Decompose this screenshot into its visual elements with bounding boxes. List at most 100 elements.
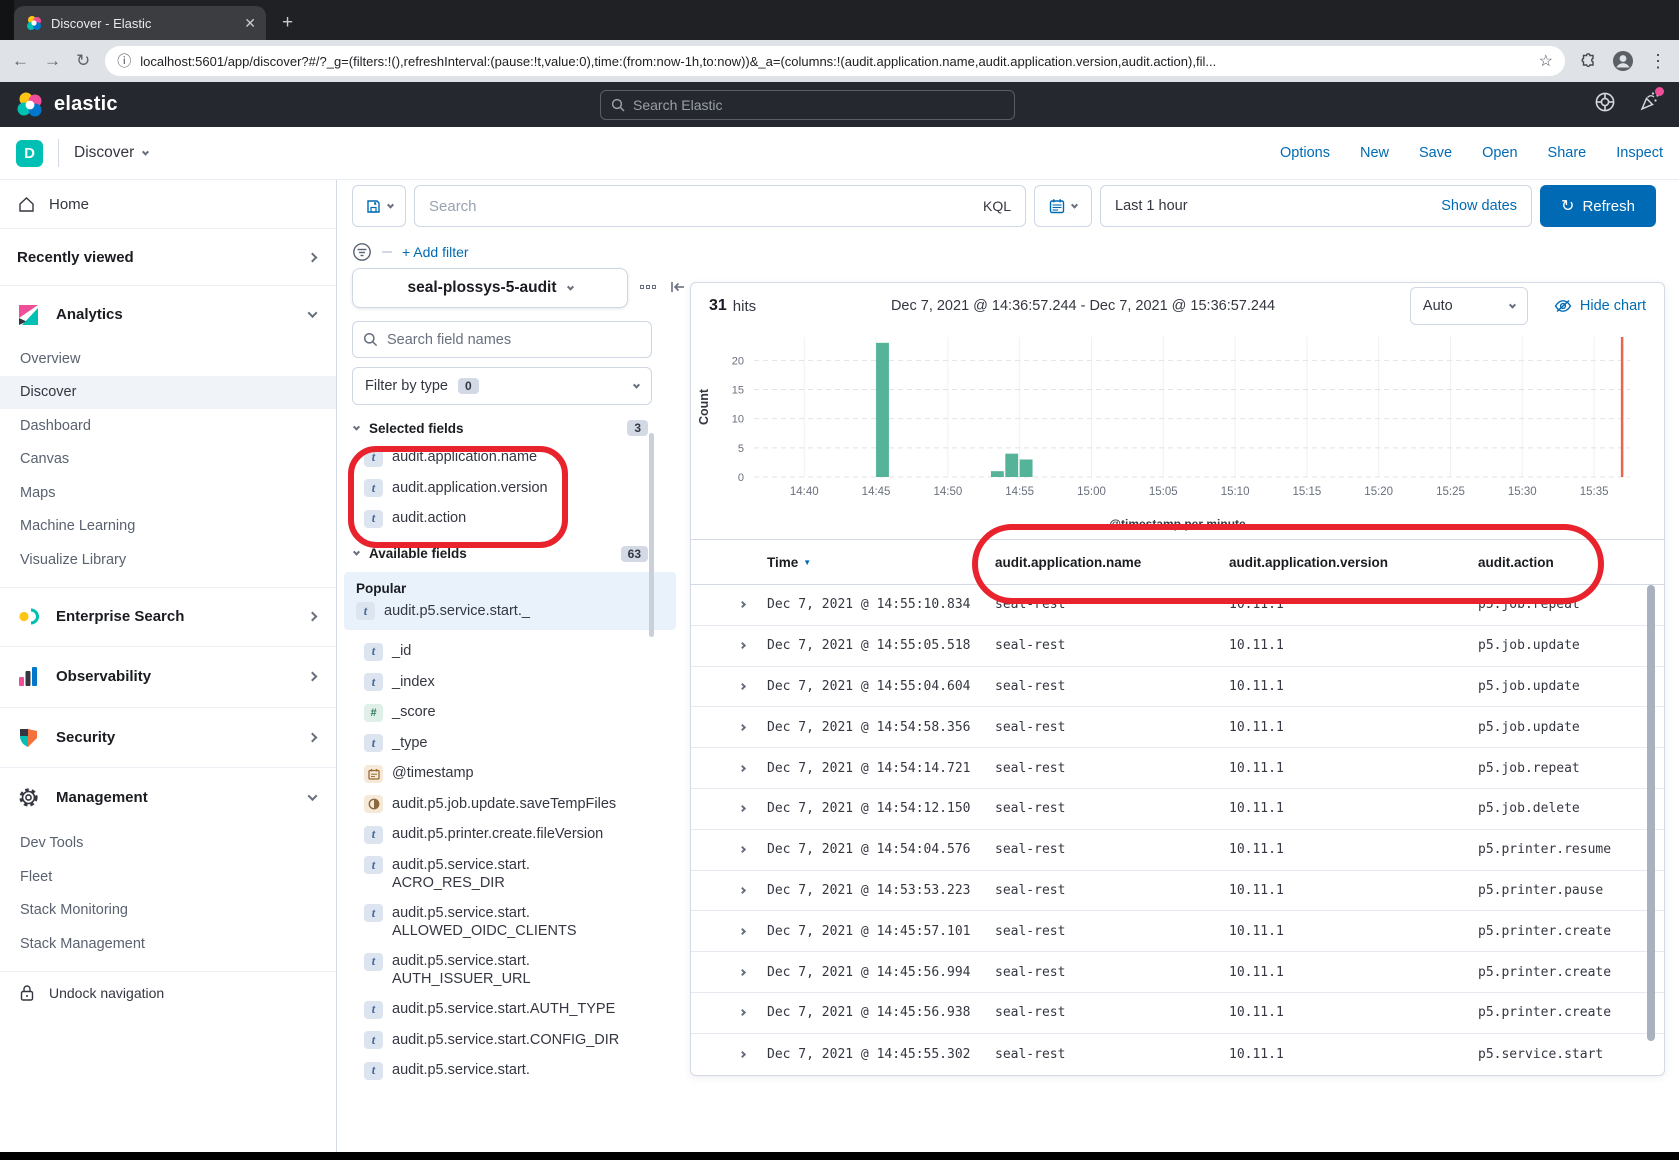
- sidebar-section-observability[interactable]: Observability: [0, 647, 336, 707]
- expand-row-button[interactable]: [691, 847, 767, 852]
- profile-avatar-icon[interactable]: [1612, 50, 1634, 72]
- global-search-input[interactable]: Search Elastic: [600, 90, 1015, 120]
- histogram-bar-14:53[interactable]: [991, 471, 1004, 477]
- app-icon-badge[interactable]: D: [16, 140, 43, 167]
- chart-options-icon[interactable]: [640, 285, 656, 289]
- available-field-type[interactable]: t_type: [352, 728, 638, 759]
- field-search-input[interactable]: Search field names: [352, 321, 652, 358]
- expand-row-button[interactable]: [691, 806, 767, 811]
- column-header-time[interactable]: Time▼: [767, 555, 995, 570]
- column-header-application-name[interactable]: audit.application.name: [995, 555, 1229, 570]
- bookmark-star-icon[interactable]: ☆: [1539, 51, 1553, 71]
- filter-menu-icon[interactable]: [352, 242, 372, 262]
- new-tab-button[interactable]: +: [282, 10, 293, 36]
- sidebar-item-machine-learning[interactable]: Machine Learning: [0, 510, 336, 544]
- sidebar-item-stack-management[interactable]: Stack Management: [0, 927, 336, 961]
- datepicker-quick-menu-button[interactable]: [1034, 185, 1092, 227]
- available-field-audit-p5-service-start[interactable]: taudit.p5.service.start.: [352, 1055, 638, 1086]
- histogram-bar-14:45[interactable]: [876, 343, 889, 477]
- available-field-score[interactable]: #_score: [352, 697, 638, 728]
- expand-row-button[interactable]: [691, 643, 767, 648]
- sidebar-item-dev-tools[interactable]: Dev Tools: [0, 827, 336, 861]
- breadcrumb[interactable]: Discover: [74, 144, 148, 162]
- expand-row-button[interactable]: [691, 1052, 767, 1057]
- sidebar-recently-viewed[interactable]: Recently viewed: [0, 229, 336, 285]
- fields-scrollbar[interactable]: [649, 433, 654, 637]
- histogram-chart[interactable]: 0510152014:4014:4514:5014:5515:0015:0515…: [691, 329, 1664, 515]
- help-icon[interactable]: [1594, 91, 1616, 113]
- collapse-sidebar-icon[interactable]: [670, 280, 686, 294]
- show-dates-button[interactable]: Show dates: [1441, 198, 1517, 214]
- column-header-action[interactable]: audit.action: [1478, 555, 1664, 570]
- filter-by-type-button[interactable]: Filter by type 0: [352, 367, 652, 405]
- site-info-icon[interactable]: ⓘ: [117, 51, 131, 71]
- sidebar-section-management[interactable]: Management: [0, 768, 336, 827]
- new-button[interactable]: New: [1360, 145, 1389, 161]
- sidebar-item-stack-monitoring[interactable]: Stack Monitoring: [0, 894, 336, 928]
- undock-navigation-button[interactable]: Undock navigation: [0, 972, 336, 1014]
- sidebar-section-security[interactable]: Security: [0, 708, 336, 767]
- available-field-audit-p5-printer-create-fileversion[interactable]: taudit.p5.printer.create.fileVersion: [352, 819, 638, 850]
- table-scrollbar[interactable]: [1647, 585, 1655, 1041]
- selected-field-audit-application-name[interactable]: taudit.application.name: [352, 442, 638, 473]
- selected-fields-header[interactable]: Selected fields 3: [352, 420, 648, 436]
- available-field-timestamp[interactable]: @timestamp: [352, 758, 638, 789]
- refresh-button[interactable]: ↻ Refresh: [1540, 185, 1656, 227]
- sidebar-item-canvas[interactable]: Canvas: [0, 443, 336, 477]
- available-fields-header[interactable]: Available fields 63: [352, 546, 648, 562]
- available-field-index[interactable]: t_index: [352, 667, 638, 698]
- expand-row-button[interactable]: [691, 725, 767, 730]
- selected-field-audit-application-version[interactable]: taudit.application.version: [352, 473, 638, 504]
- index-pattern-selector[interactable]: seal-plossys-5-audit: [352, 268, 628, 308]
- open-button[interactable]: Open: [1482, 145, 1517, 161]
- expand-row-button[interactable]: [691, 888, 767, 893]
- sidebar-item-home[interactable]: Home: [0, 180, 336, 228]
- sidebar-section-analytics[interactable]: Analytics: [0, 286, 336, 342]
- sidebar-item-dashboard[interactable]: Dashboard: [0, 409, 336, 443]
- reload-icon[interactable]: ↻: [76, 51, 90, 71]
- histogram-bar-14:54[interactable]: [1005, 454, 1018, 477]
- available-field-audit-p5-service-start-acro-res-dir[interactable]: taudit.p5.service.start.ACRO_RES_DIR: [352, 850, 638, 898]
- sidebar-section-enterprise-search[interactable]: Enterprise Search: [0, 588, 336, 646]
- time-range-control[interactable]: Last 1 hour Show dates: [1100, 185, 1532, 227]
- elastic-brand[interactable]: elastic: [16, 91, 118, 119]
- share-button[interactable]: Share: [1548, 145, 1587, 161]
- forward-icon[interactable]: →: [44, 51, 61, 71]
- popular-field-audit-p5-service-start[interactable]: taudit.p5.service.start._: [352, 596, 638, 627]
- add-filter-button[interactable]: + Add filter: [402, 244, 469, 260]
- hide-chart-button[interactable]: Hide chart: [1554, 298, 1646, 314]
- interval-select[interactable]: Auto: [1410, 287, 1528, 325]
- address-field[interactable]: ⓘ localhost:5601/app/discover?#/?_g=(fil…: [105, 46, 1565, 76]
- kql-search-input[interactable]: Search KQL: [414, 185, 1026, 227]
- save-button[interactable]: Save: [1419, 145, 1452, 161]
- available-field-id[interactable]: t_id: [352, 636, 638, 667]
- selected-field-audit-action[interactable]: taudit.action: [352, 503, 638, 534]
- time-range-value[interactable]: Last 1 hour: [1115, 198, 1441, 214]
- available-field-audit-p5-service-start-auth-type[interactable]: taudit.p5.service.start.AUTH_TYPE: [352, 994, 638, 1025]
- expand-row-button[interactable]: [691, 602, 767, 607]
- available-field-audit-p5-job-update-savetempfiles[interactable]: audit.p5.job.update.saveTempFiles: [352, 789, 638, 820]
- available-field-audit-p5-service-start-config-dir[interactable]: taudit.p5.service.start.CONFIG_DIR: [352, 1025, 638, 1056]
- browser-menu-icon[interactable]: ⋮: [1649, 51, 1667, 72]
- back-icon[interactable]: ←: [12, 51, 29, 71]
- sidebar-item-discover[interactable]: Discover: [0, 376, 336, 410]
- tab-close-icon[interactable]: ✕: [244, 15, 256, 32]
- expand-row-button[interactable]: [691, 929, 767, 934]
- whats-new-icon[interactable]: [1638, 90, 1661, 113]
- options-button[interactable]: Options: [1280, 145, 1330, 161]
- expand-row-button[interactable]: [691, 970, 767, 975]
- expand-row-button[interactable]: [691, 766, 767, 771]
- inspect-button[interactable]: Inspect: [1616, 145, 1663, 161]
- extensions-puzzle-icon[interactable]: [1580, 53, 1597, 70]
- available-field-audit-p5-service-start-auth-issuer-url[interactable]: taudit.p5.service.start.AUTH_ISSUER_URL: [352, 946, 638, 994]
- browser-tab[interactable]: Discover - Elastic ✕: [14, 6, 266, 40]
- histogram-bar-14:55[interactable]: [1020, 460, 1033, 478]
- sidebar-item-fleet[interactable]: Fleet: [0, 860, 336, 894]
- expand-row-button[interactable]: [691, 1010, 767, 1015]
- sidebar-item-maps[interactable]: Maps: [0, 476, 336, 510]
- available-field-audit-p5-service-start-allowed-oidc-clients[interactable]: taudit.p5.service.start.ALLOWED_OIDC_CLI…: [352, 898, 638, 946]
- saved-query-menu-button[interactable]: [352, 185, 406, 227]
- sidebar-item-visualize-library[interactable]: Visualize Library: [0, 543, 336, 577]
- column-header-application-version[interactable]: audit.application.version: [1229, 555, 1478, 570]
- expand-row-button[interactable]: [691, 684, 767, 689]
